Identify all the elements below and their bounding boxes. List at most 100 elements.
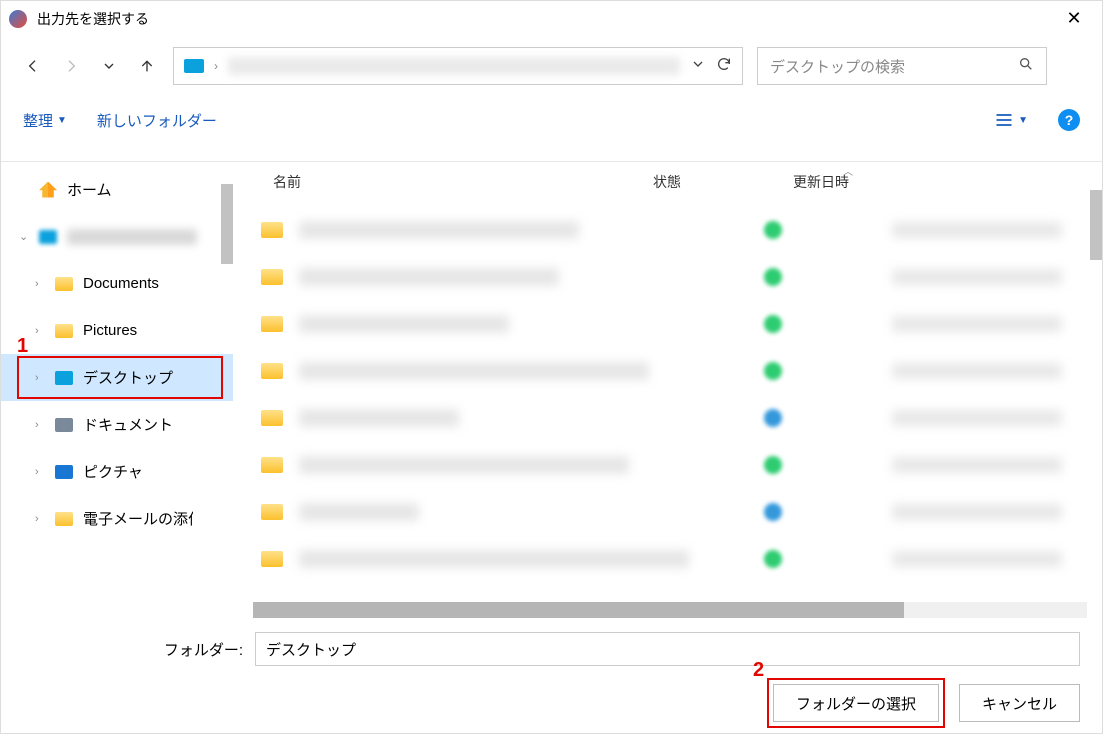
breadcrumb-separator-icon: › (214, 59, 218, 73)
home-icon (39, 182, 57, 198)
select-folder-button[interactable]: フォルダーの選択 (773, 684, 939, 722)
tree-label: ホーム (67, 179, 112, 200)
vertical-scrollbar[interactable] (1090, 190, 1102, 260)
recent-dropdown-icon[interactable] (97, 54, 121, 78)
tree-item-pictures[interactable]: › Pictures (1, 307, 233, 354)
address-dropdown-icon[interactable] (690, 56, 706, 77)
file-date (892, 222, 1062, 238)
file-date (892, 410, 1062, 426)
list-item[interactable] (233, 206, 1102, 253)
tree-item-account[interactable]: ⌄ (1, 213, 233, 260)
folder-field-label: フォルダー: (23, 639, 243, 660)
folder-icon (261, 363, 283, 379)
file-date (892, 269, 1062, 285)
list-item[interactable] (233, 300, 1102, 347)
organize-button[interactable]: 整理▼ (23, 110, 67, 131)
status-badge (764, 268, 782, 286)
window-title: 出力先を選択する (37, 9, 1054, 29)
folder-name-input[interactable] (255, 632, 1080, 666)
chevron-right-icon[interactable]: › (35, 325, 45, 337)
close-button[interactable]: ✕ (1054, 8, 1094, 29)
tree-item-documents[interactable]: › Documents (1, 260, 233, 307)
address-bar[interactable]: › (173, 47, 743, 85)
refresh-button[interactable] (716, 56, 732, 77)
help-button[interactable]: ? (1058, 109, 1080, 131)
list-item[interactable] (233, 253, 1102, 300)
toolbar: 整理▼ 新しいフォルダー ▼ ? (1, 96, 1102, 144)
column-headers: 名前 状態 ︿更新日時 (233, 162, 1102, 202)
file-name (299, 409, 459, 427)
list-item[interactable] (233, 441, 1102, 488)
status-badge (764, 503, 782, 521)
tree-item-home[interactable]: ホーム (1, 166, 233, 213)
list-item[interactable] (233, 535, 1102, 582)
column-date[interactable]: ︿更新日時 (783, 172, 1102, 192)
folder-icon (55, 324, 73, 338)
status-badge (764, 550, 782, 568)
horizontal-scrollbar[interactable] (253, 602, 1087, 618)
tree-label: Documents (83, 275, 159, 292)
chevron-right-icon[interactable]: › (35, 372, 45, 384)
chevron-down-icon[interactable]: ⌄ (19, 230, 29, 243)
list-item[interactable] (233, 394, 1102, 441)
column-status[interactable]: 状態 (653, 172, 783, 192)
chevron-right-icon[interactable]: › (35, 513, 45, 525)
cancel-button[interactable]: キャンセル (959, 684, 1080, 722)
tree-item-documents-jp[interactable]: › ドキュメント (1, 401, 233, 448)
back-button[interactable] (21, 54, 45, 78)
search-input[interactable]: デスクトップの検索 (757, 47, 1047, 85)
view-options-button[interactable]: ▼ (994, 110, 1028, 130)
cloud-icon (39, 230, 57, 244)
list-item[interactable] (233, 347, 1102, 394)
status-badge (764, 456, 782, 474)
search-placeholder: デスクトップの検索 (770, 56, 905, 77)
navigation-bar: › デスクトップの検索 (1, 36, 1102, 96)
folder-icon (261, 316, 283, 332)
tree-label: ピクチャ (83, 461, 143, 482)
title-bar: 出力先を選択する ✕ (1, 1, 1102, 36)
file-date (892, 457, 1062, 473)
app-icon (9, 10, 27, 28)
sidebar-scrollbar[interactable] (221, 184, 233, 264)
column-name[interactable]: 名前 (233, 172, 653, 192)
file-date (892, 551, 1062, 567)
desktop-icon (55, 371, 73, 385)
folder-icon (261, 410, 283, 426)
chevron-right-icon[interactable]: › (35, 466, 45, 478)
file-name (299, 503, 419, 521)
status-badge (764, 362, 782, 380)
tree-label (67, 229, 197, 245)
status-badge (764, 221, 782, 239)
address-path (228, 57, 680, 75)
chevron-right-icon[interactable]: › (35, 278, 45, 290)
list-item[interactable] (233, 488, 1102, 535)
file-date (892, 363, 1062, 379)
file-name (299, 315, 509, 333)
file-name (299, 456, 629, 474)
navigation-tree: ホーム ⌄ › Documents › Pictures › デスクトップ › … (1, 162, 233, 618)
picture-icon (55, 465, 73, 479)
file-name (299, 221, 579, 239)
folder-icon (55, 512, 73, 526)
tree-label: デスクトップ (83, 367, 173, 388)
dialog-footer: フォルダー: フォルダーの選択 キャンセル (1, 618, 1102, 733)
chevron-right-icon[interactable]: › (35, 419, 45, 431)
forward-button[interactable] (59, 54, 83, 78)
file-date (892, 316, 1062, 332)
folder-icon (261, 504, 283, 520)
tree-item-pictures-jp[interactable]: › ピクチャ (1, 448, 233, 495)
folder-icon (261, 457, 283, 473)
file-date (892, 504, 1062, 520)
folder-icon (261, 551, 283, 567)
up-button[interactable] (135, 54, 159, 78)
tree-item-email-attach[interactable]: › 電子メールの添付 (1, 495, 233, 542)
file-list: 名前 状態 ︿更新日時 (233, 162, 1102, 618)
tree-item-desktop[interactable]: › デスクトップ (1, 354, 233, 401)
tree-label: 電子メールの添付 (83, 508, 193, 529)
status-badge (764, 409, 782, 427)
tree-label: ドキュメント (83, 414, 173, 435)
location-folder-icon (184, 59, 204, 73)
new-folder-button[interactable]: 新しいフォルダー (97, 110, 217, 131)
file-name (299, 268, 559, 286)
folder-icon (261, 222, 283, 238)
